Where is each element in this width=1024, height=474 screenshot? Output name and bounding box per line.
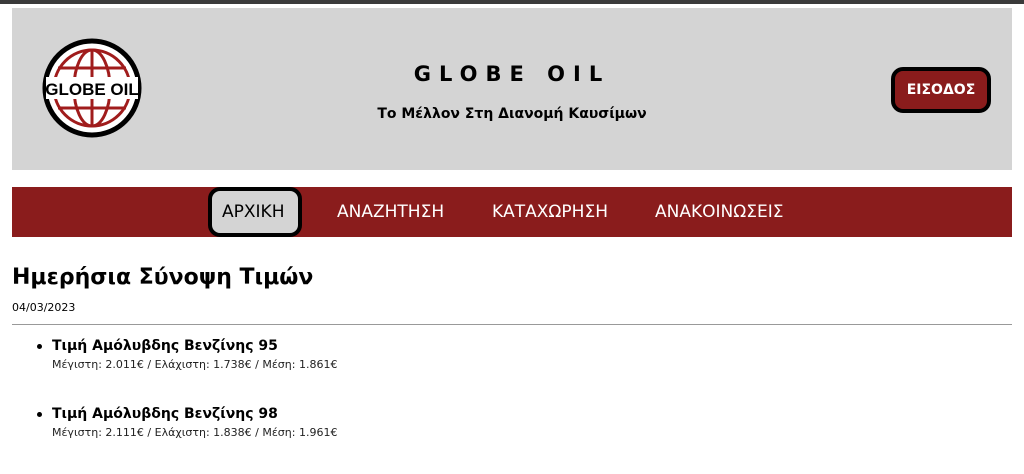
page-title: Ημερήσια Σύνοψη Τιμών bbox=[12, 265, 314, 290]
site-header: GLOBE OIL GLOBE OIL Το Μέλλον Στη Διανομ… bbox=[12, 8, 1012, 170]
page-date: 04/03/2023 bbox=[12, 301, 76, 314]
list-item: Τιμή Αμόλυβδης Βενζίνης 98 Μέγιστη: 2.11… bbox=[37, 406, 952, 474]
nav-item-label: ΚΑΤΑΧΩΡΗΣΗ bbox=[492, 202, 608, 222]
bullet-icon bbox=[37, 344, 42, 349]
nav-item-label: ΑΝΑΚΟΙΝΩΣΕΙΣ bbox=[655, 202, 784, 222]
nav-item-search[interactable]: ΑΝΑΖΗΤΗΣΗ bbox=[337, 187, 444, 237]
nav-item-label: ΑΡΧΙΚΗ bbox=[222, 202, 285, 222]
nav-item-home[interactable]: ΑΡΧΙΚΗ bbox=[208, 187, 302, 237]
nav-item-announcements[interactable]: ΑΝΑΚΟΙΝΩΣΕΙΣ bbox=[655, 187, 783, 237]
globe-oil-logo[interactable]: GLOBE OIL bbox=[42, 38, 142, 138]
divider bbox=[12, 324, 1012, 325]
nav-item-label: ΑΝΑΖΗΤΗΣΗ bbox=[337, 202, 445, 222]
fuel-name: Τιμή Αμόλυβδης Βενζίνης 98 bbox=[52, 406, 278, 422]
fuel-price-list: Τιμή Αμόλυβδης Βενζίνης 95 Μέγιστη: 2.01… bbox=[37, 338, 952, 474]
bullet-icon bbox=[37, 412, 42, 417]
globe-icon: GLOBE OIL bbox=[42, 38, 142, 138]
brand-subtitle: Το Μέλλον Στη Διανομή Καυσίμων bbox=[377, 106, 647, 122]
login-button[interactable]: ΕΙΣΟΔΟΣ bbox=[891, 67, 991, 113]
nav-item-register[interactable]: ΚΑΤΑΧΩΡΗΣΗ bbox=[492, 187, 608, 237]
main-nav: ΑΡΧΙΚΗ ΑΝΑΖΗΤΗΣΗ ΚΑΤΑΧΩΡΗΣΗ ΑΝΑΚΟΙΝΩΣΕΙΣ bbox=[12, 187, 1012, 237]
list-item: Τιμή Αμόλυβδης Βενζίνης 95 Μέγιστη: 2.01… bbox=[37, 338, 952, 406]
fuel-stats: Μέγιστη: 2.111€ / Ελάχιστη: 1.838€ / Μέσ… bbox=[52, 426, 338, 439]
brand-title: GLOBE OIL bbox=[413, 62, 611, 86]
fuel-stats: Μέγιστη: 2.011€ / Ελάχιστη: 1.738€ / Μέσ… bbox=[52, 358, 338, 371]
fuel-name: Τιμή Αμόλυβδης Βενζίνης 95 bbox=[52, 338, 278, 354]
top-border bbox=[0, 0, 1024, 4]
